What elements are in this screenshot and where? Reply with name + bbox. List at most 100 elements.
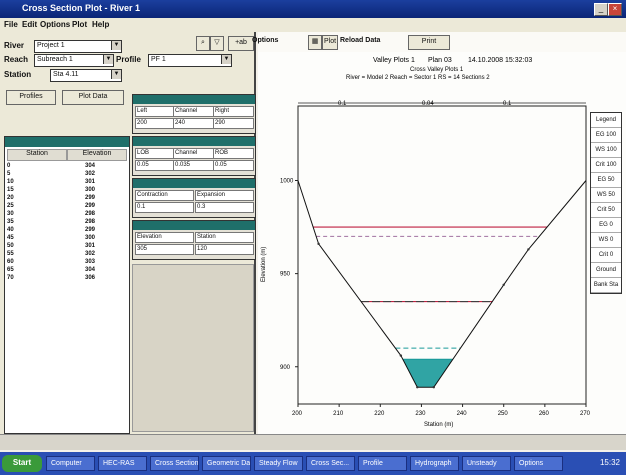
- table-cell[interactable]: 40: [7, 227, 14, 233]
- taskbar-item[interactable]: Computer: [46, 456, 95, 471]
- menu-plot[interactable]: Plot: [72, 20, 87, 29]
- window-title-bar: Cross Section Plot - River 1 _ ×: [0, 0, 626, 18]
- y-tick-label: 1000: [280, 179, 294, 185]
- table-cell[interactable]: 0.3: [195, 202, 254, 213]
- table-cell[interactable]: 305: [135, 244, 194, 255]
- table-cell[interactable]: 290: [213, 118, 254, 129]
- bank-label: 0.1: [503, 101, 512, 107]
- table-cell[interactable]: 10: [7, 179, 14, 185]
- taskbar-item[interactable]: Hydrograph: [410, 456, 459, 471]
- chart-plan: Plan 03: [428, 57, 452, 64]
- ground-point: [399, 354, 403, 357]
- taskbar-item[interactable]: Steady Flow: [254, 456, 303, 471]
- print-button[interactable]: Print: [408, 35, 450, 50]
- add-button[interactable]: +ab: [228, 36, 254, 51]
- menu-bar: File Edit Options Plot Help: [0, 18, 626, 32]
- legend-item: Crit 50: [591, 203, 621, 218]
- tab-plot-data[interactable]: Plot Data: [62, 90, 124, 105]
- table-cell[interactable]: 302: [85, 171, 95, 177]
- x-tick-label: 210: [333, 411, 344, 417]
- table-cell: Channel: [173, 106, 214, 117]
- river-select[interactable]: Project 1 ▼: [34, 40, 122, 53]
- taskbar-item[interactable]: Cross Section: [150, 456, 199, 471]
- taskbar-item[interactable]: Geometric Data: [202, 456, 251, 471]
- chevron-down-icon: ▼: [103, 55, 113, 64]
- table-cell[interactable]: 70: [7, 275, 14, 281]
- reach-select[interactable]: Subreach 1 ▼: [34, 54, 114, 67]
- table-cell[interactable]: 240: [173, 118, 214, 129]
- taskbar-item[interactable]: Profile: [358, 456, 407, 471]
- table-cell[interactable]: 5: [7, 171, 10, 177]
- table-cell[interactable]: 65: [7, 267, 14, 273]
- profile-select[interactable]: PF 1 ▼: [148, 54, 232, 67]
- taskbar-item[interactable]: HEC-RAS: [98, 456, 147, 471]
- table-cell[interactable]: 30: [7, 211, 14, 217]
- table-cell[interactable]: 299: [85, 203, 95, 209]
- minimize-button[interactable]: _: [594, 3, 608, 16]
- ground-point: [432, 386, 435, 389]
- table-cell[interactable]: 304: [85, 267, 95, 273]
- menu-help[interactable]: Help: [92, 20, 109, 29]
- menu-file[interactable]: File: [4, 20, 18, 29]
- close-button[interactable]: ×: [608, 3, 622, 16]
- station-select[interactable]: Sta 4.11 ▼: [50, 69, 122, 82]
- chart-legend: Legend EG 100 WS 100 Crit 100 EG 50 WS 50 Crit…: [590, 112, 622, 294]
- x-tick-label: 220: [374, 411, 385, 417]
- table-cell[interactable]: 300: [85, 235, 95, 241]
- clock: 15:32: [599, 458, 620, 467]
- reload-data-button[interactable]: Reload Data: [340, 37, 380, 44]
- profile-label: Profile: [116, 55, 141, 64]
- filter-icon[interactable]: ▽: [210, 36, 224, 51]
- table-cell[interactable]: 0.05: [213, 160, 254, 171]
- table-cell[interactable]: 301: [85, 179, 95, 185]
- menu-edit[interactable]: Edit: [22, 20, 37, 29]
- manning-panel: LOB Channel ROB 0.05 0.035 0.05: [132, 136, 256, 176]
- table-cell[interactable]: 35: [7, 219, 14, 225]
- table-cell[interactable]: 200: [135, 118, 174, 129]
- chart-info-line: River = Model 2 Reach = Sector 1 RS = 14…: [346, 75, 490, 81]
- table-cell[interactable]: 0.1: [135, 202, 194, 213]
- plot-button[interactable]: Plot: [322, 35, 338, 50]
- table-cell: LOB: [135, 148, 174, 159]
- table-cell[interactable]: 299: [85, 195, 95, 201]
- blank-panel: [132, 264, 254, 432]
- table-cell[interactable]: 20: [7, 195, 14, 201]
- status-bar: [0, 434, 626, 450]
- table-cell[interactable]: 55: [7, 251, 14, 257]
- legend-item: EG 50: [591, 173, 621, 188]
- window-title: Cross Section Plot - River 1: [22, 3, 141, 13]
- chart-icon[interactable]: ▦: [308, 35, 322, 50]
- table-cell[interactable]: 60: [7, 259, 14, 265]
- taskbar-item[interactable]: Unsteady: [462, 456, 511, 471]
- legend-item: EG 0: [591, 218, 621, 233]
- table-cell[interactable]: 0.05: [135, 160, 174, 171]
- menu-options[interactable]: Options: [40, 20, 70, 29]
- ineffective-panel: Elevation Station 305 120: [132, 220, 256, 260]
- table-cell[interactable]: 306: [85, 275, 95, 281]
- table-cell[interactable]: 304: [85, 163, 95, 169]
- table-cell[interactable]: 298: [85, 219, 95, 225]
- table-cell[interactable]: 300: [85, 187, 95, 193]
- table-cell[interactable]: 0: [7, 163, 10, 169]
- table-cell[interactable]: 0.035: [173, 160, 214, 171]
- table-cell[interactable]: 298: [85, 211, 95, 217]
- taskbar-item[interactable]: Cross Sec...: [306, 456, 355, 471]
- table-cell[interactable]: 301: [85, 243, 95, 249]
- tab-profiles[interactable]: Profiles: [6, 90, 56, 105]
- table-cell[interactable]: 50: [7, 243, 14, 249]
- table-cell[interactable]: 299: [85, 227, 95, 233]
- table-cell[interactable]: 120: [195, 244, 254, 255]
- taskbar-item[interactable]: Options: [514, 456, 563, 471]
- legend-item: WS 100: [591, 143, 621, 158]
- zoom-icon[interactable]: ⌕: [196, 36, 210, 51]
- editor-pane: River Project 1 ▼ Reach Subreach 1 ▼ Profi…: [0, 32, 256, 434]
- options-label[interactable]: Options: [252, 37, 278, 44]
- table-cell[interactable]: 25: [7, 203, 14, 209]
- table-cell[interactable]: 302: [85, 251, 95, 257]
- table-cell[interactable]: 15: [7, 187, 14, 193]
- table-cell[interactable]: 303: [85, 259, 95, 265]
- table-cell: Right: [213, 106, 254, 117]
- table-cell[interactable]: 45: [7, 235, 14, 241]
- table-cell: Contraction: [135, 190, 194, 201]
- start-button[interactable]: Start: [2, 455, 42, 472]
